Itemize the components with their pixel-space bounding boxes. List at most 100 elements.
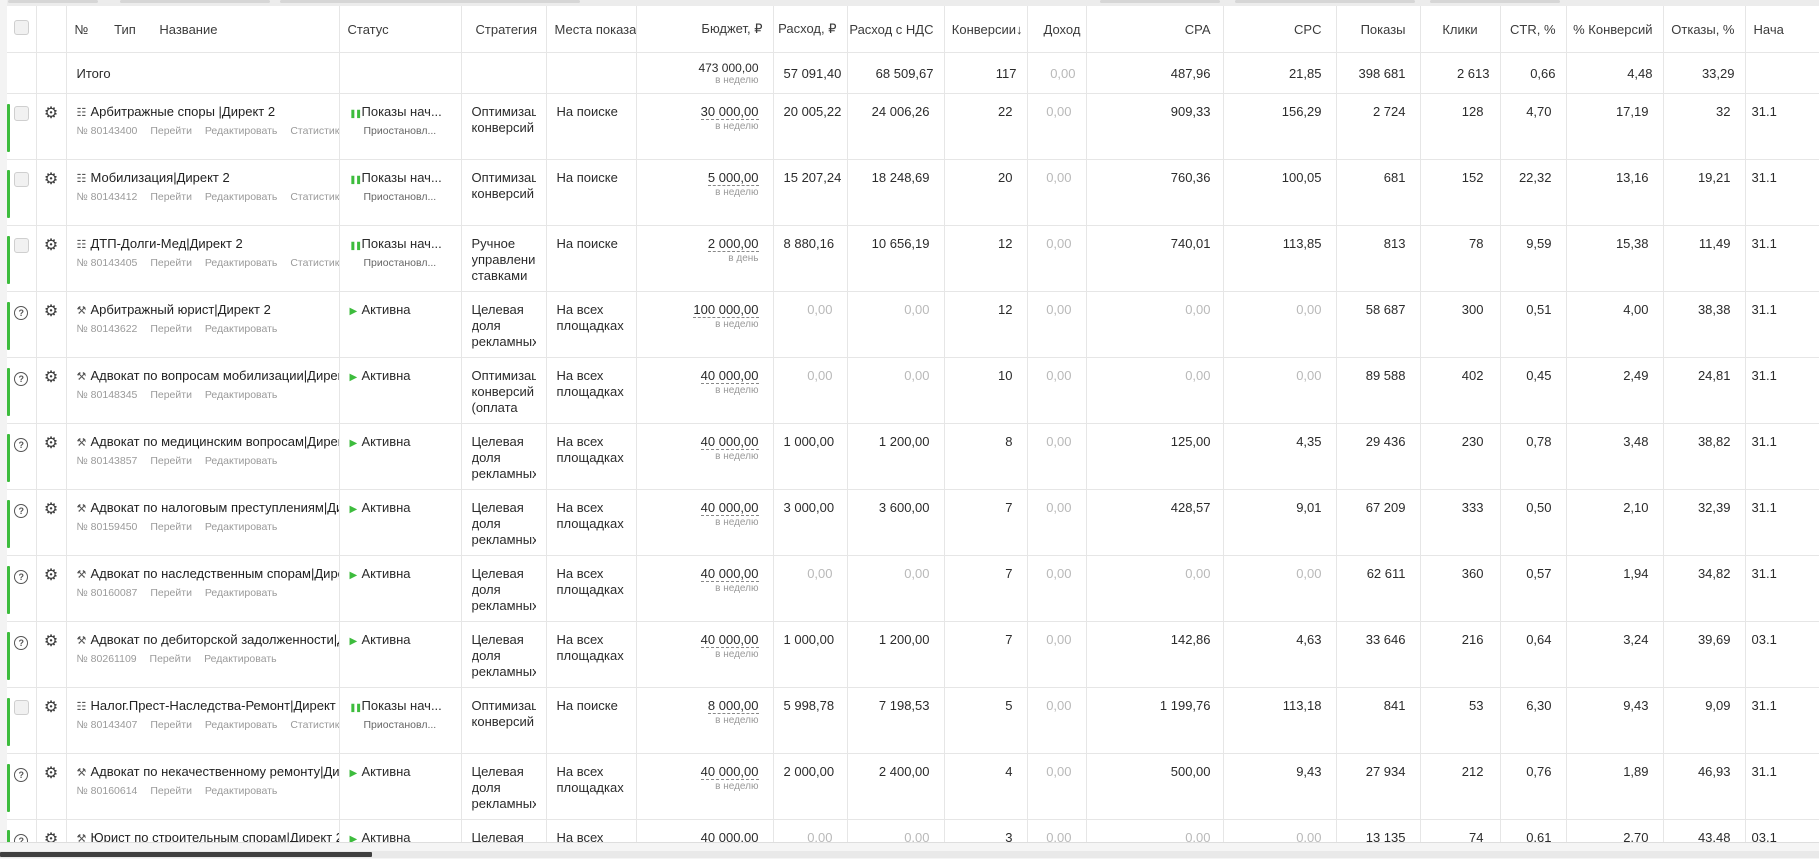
- horizontal-scrollbar[interactable]: [0, 851, 1819, 858]
- campaign-row[interactable]: ⚙ ☷ Налог.Прест-Наследства-Ремонт|Директ …: [7, 687, 1819, 754]
- strategy-cell[interactable]: Оптимизац конверсий: [461, 159, 547, 226]
- strategy-cell[interactable]: Оптимизац конверсий (оплата: [461, 357, 547, 424]
- strategy-cell[interactable]: Оптимизац конверсий: [461, 687, 547, 754]
- campaign-row[interactable]: ? ⚙ ⚒ Адвокат по налоговым преступлениям|…: [7, 489, 1819, 556]
- strategy-cell[interactable]: Целевая доля рекламных: [461, 753, 547, 820]
- header-impressions[interactable]: Показы: [1336, 6, 1421, 53]
- header-placements[interactable]: Места показа: [546, 6, 637, 53]
- budget-value[interactable]: 40 000,00: [700, 368, 759, 384]
- row-checkbox[interactable]: [13, 172, 29, 187]
- budget-value[interactable]: 40 000,00: [700, 566, 759, 582]
- budget-value[interactable]: 5 000,00: [707, 170, 759, 186]
- campaign-row[interactable]: ? ⚙ ⚒ Адвокат по наследственным спорам|Ди…: [7, 555, 1819, 622]
- row-checkbox[interactable]: [13, 700, 29, 715]
- row-select-cell[interactable]: [7, 159, 37, 226]
- strategy-cell[interactable]: Целевая доля рекламных: [461, 555, 547, 622]
- edit-link[interactable]: Редактировать: [205, 125, 278, 137]
- strategy-cell[interactable]: Оптимизац конверсий: [461, 93, 547, 160]
- budget-cell[interactable]: 2 000,00 в день: [636, 225, 774, 292]
- strategy-cell[interactable]: Целевая доля рекламных: [461, 423, 547, 490]
- edit-link[interactable]: Редактировать: [205, 323, 278, 335]
- budget-cell[interactable]: 40 000,00 в неделю: [636, 555, 774, 622]
- strategy-cell[interactable]: Целевая доля рекламных: [461, 291, 547, 358]
- header-income[interactable]: Доход: [1027, 6, 1087, 53]
- row-settings-cell[interactable]: ⚙: [36, 357, 67, 424]
- budget-cell[interactable]: 40 000,00 в неделю: [636, 621, 774, 688]
- stats-link[interactable]: Статистика: [290, 125, 338, 137]
- gear-icon[interactable]: ⚙: [44, 567, 58, 584]
- campaign-row[interactable]: ? ⚙ ⚒ Юрист по строительным спорам|Директ…: [7, 819, 1819, 842]
- gear-icon[interactable]: ⚙: [44, 699, 58, 716]
- budget-cell[interactable]: 100 000,00 в неделю: [636, 291, 774, 358]
- budget-cell[interactable]: 8 000,00 в неделю: [636, 687, 774, 754]
- help-icon[interactable]: ?: [14, 372, 29, 386]
- stats-link[interactable]: Статистика: [290, 257, 338, 269]
- row-settings-cell[interactable]: ⚙: [36, 93, 67, 160]
- go-link[interactable]: Перейти: [150, 785, 192, 797]
- budget-cell[interactable]: 5 000,00 в неделю: [636, 159, 774, 226]
- edit-link[interactable]: Редактировать: [205, 521, 278, 533]
- budget-value[interactable]: 40 000,00: [700, 830, 759, 842]
- budget-cell[interactable]: 30 000,00 в неделю: [636, 93, 774, 160]
- header-name[interactable]: № Тип Название: [66, 6, 340, 53]
- gear-icon[interactable]: ⚙: [44, 435, 58, 452]
- row-settings-cell[interactable]: ⚙: [36, 291, 67, 358]
- campaign-row[interactable]: ? ⚙ ⚒ Арбитражный юрист|Директ 2 № 801436…: [7, 291, 1819, 358]
- gear-icon[interactable]: ⚙: [44, 237, 58, 254]
- edit-link[interactable]: Редактировать: [205, 191, 278, 203]
- strategy-cell[interactable]: Целевая: [461, 819, 547, 842]
- strategy-cell[interactable]: Целевая доля рекламных: [461, 489, 547, 556]
- row-settings-cell[interactable]: ⚙: [36, 753, 67, 820]
- row-settings-cell[interactable]: ⚙: [36, 159, 67, 226]
- gear-icon[interactable]: ⚙: [44, 171, 58, 188]
- row-checkbox[interactable]: [13, 238, 29, 253]
- budget-value[interactable]: 8 000,00: [707, 698, 759, 714]
- strategy-cell[interactable]: Целевая доля рекламных: [461, 621, 547, 688]
- help-icon[interactable]: ?: [14, 306, 29, 320]
- go-link[interactable]: Перейти: [150, 125, 192, 137]
- edit-link[interactable]: Редактировать: [204, 653, 277, 665]
- row-select-cell[interactable]: ?: [7, 423, 37, 490]
- budget-cell[interactable]: 40 000,00 в неделю: [636, 423, 774, 490]
- campaign-name[interactable]: Адвокат по медицинским вопросам|Директ 2: [91, 434, 339, 449]
- campaign-name[interactable]: Юрист по строительным спорам|Директ 2: [91, 830, 339, 842]
- campaign-name[interactable]: Адвокат по наследственным спорам|Директ …: [91, 566, 339, 581]
- header-cpa[interactable]: CPA: [1086, 6, 1224, 53]
- budget-cell[interactable]: 40 000,00 в неделю: [636, 357, 774, 424]
- scrollbar-thumb[interactable]: [0, 852, 372, 857]
- go-link[interactable]: Перейти: [150, 653, 192, 665]
- campaign-name[interactable]: Адвокат по некачественному ремонту|Дирек…: [91, 764, 339, 779]
- edit-link[interactable]: Редактировать: [205, 785, 278, 797]
- gear-icon[interactable]: ⚙: [44, 105, 58, 122]
- header-strategy[interactable]: Стратегия: [461, 6, 547, 53]
- row-select-cell[interactable]: ?: [7, 291, 37, 358]
- campaign-row[interactable]: ⚙ ☷ Мобилизация|Директ 2 № 80143412 Перей…: [7, 159, 1819, 226]
- campaign-name[interactable]: ДТП-Долги-Мед|Директ 2: [91, 236, 243, 251]
- go-link[interactable]: Перейти: [150, 389, 192, 401]
- budget-value[interactable]: 40 000,00: [700, 500, 759, 516]
- header-bounce[interactable]: Отказы, %: [1663, 6, 1746, 53]
- row-settings-cell[interactable]: ⚙: [36, 621, 67, 688]
- row-settings-cell[interactable]: ⚙: [36, 687, 67, 754]
- campaign-name[interactable]: Арбитражные споры |Директ 2: [91, 104, 276, 119]
- go-link[interactable]: Перейти: [150, 257, 192, 269]
- campaign-row[interactable]: ⚙ ☷ Арбитражные споры |Директ 2 № 8014340…: [7, 93, 1819, 160]
- header-ctr[interactable]: CTR, %: [1500, 6, 1567, 53]
- row-select-cell[interactable]: ?: [7, 357, 37, 424]
- header-status[interactable]: Статус: [339, 6, 462, 53]
- campaign-row[interactable]: ? ⚙ ⚒ Адвокат по медицинским вопросам|Дир…: [7, 423, 1819, 490]
- campaign-name[interactable]: Арбитражный юрист|Директ 2: [91, 302, 271, 317]
- row-settings-cell[interactable]: ⚙: [36, 225, 67, 292]
- help-icon[interactable]: ?: [14, 834, 29, 842]
- campaign-name[interactable]: Адвокат по дебиторской задолженности|Дир…: [91, 632, 339, 647]
- edit-link[interactable]: Редактировать: [205, 587, 278, 599]
- header-budget[interactable]: Бюджет, ₽: [636, 6, 774, 53]
- stats-link[interactable]: Статистика: [290, 191, 338, 203]
- help-icon[interactable]: ?: [14, 570, 29, 584]
- header-start[interactable]: Нача: [1745, 6, 1819, 53]
- help-icon[interactable]: ?: [14, 636, 29, 650]
- header-cpc[interactable]: CPC: [1223, 6, 1337, 53]
- gear-icon[interactable]: ⚙: [44, 501, 58, 518]
- edit-link[interactable]: Редактировать: [205, 719, 278, 731]
- budget-value[interactable]: 40 000,00: [700, 764, 759, 780]
